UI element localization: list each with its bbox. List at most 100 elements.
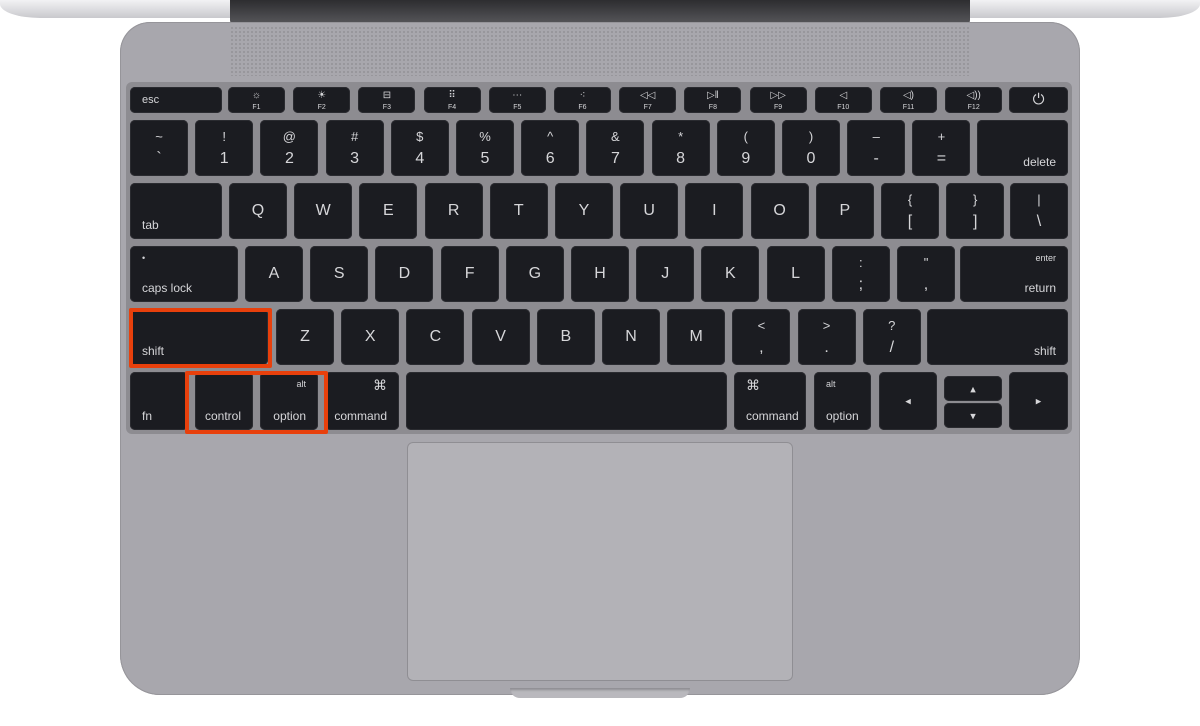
key-shift-label: # xyxy=(350,129,359,144)
key-8[interactable]: * 8 xyxy=(651,120,710,176)
key-u[interactable]: U xyxy=(620,183,679,239)
key-r[interactable]: R xyxy=(424,183,483,239)
key-p[interactable]: P xyxy=(815,183,874,239)
key-arrow-up[interactable]: ▴ xyxy=(944,376,1002,401)
key-symbol[interactable]: ", xyxy=(897,246,955,302)
key-command[interactable]: command ⌘ xyxy=(734,372,806,430)
key-label: S xyxy=(333,265,345,282)
key-label: , xyxy=(759,339,764,356)
key-g[interactable]: G xyxy=(505,246,564,302)
key-f9[interactable]: ▷▷ F9 xyxy=(749,87,807,113)
key-symbol[interactable]: {[ xyxy=(881,183,939,239)
key-5[interactable]: % 5 xyxy=(456,120,514,176)
key-a[interactable]: A xyxy=(245,246,303,302)
key-d[interactable]: D xyxy=(375,246,434,302)
key-caps-lock[interactable]: caps lock • xyxy=(130,246,238,302)
key-space[interactable] xyxy=(406,372,727,430)
key-e[interactable]: E xyxy=(359,183,418,239)
key-f2[interactable]: ☀ F2 xyxy=(293,87,351,113)
key-c[interactable]: C xyxy=(406,309,465,365)
key-z[interactable]: Z xyxy=(276,309,334,365)
key-i[interactable]: I xyxy=(685,183,744,239)
keyboard-backlight-up-icon: ⁖ xyxy=(579,90,586,101)
key-label: N xyxy=(625,328,637,345)
key-shift-label: – xyxy=(872,129,880,144)
arrow-left-icon: ◂ xyxy=(905,395,911,408)
key-label: F5 xyxy=(513,104,522,111)
key-symbol[interactable]: :; xyxy=(831,246,890,302)
key-esc[interactable]: esc xyxy=(130,87,222,113)
key-q[interactable]: Q xyxy=(229,183,287,239)
key-shift-label: ~ xyxy=(155,129,163,144)
key-m[interactable]: M xyxy=(667,309,726,365)
key-3[interactable]: #3 xyxy=(325,120,384,176)
key-f5[interactable]: ⋯ F5 xyxy=(488,87,546,113)
key-label: 4 xyxy=(415,150,425,167)
key-f7[interactable]: ◁◁ F7 xyxy=(619,87,677,113)
key-b[interactable]: B xyxy=(536,309,595,365)
key-option[interactable]: option alt xyxy=(814,372,871,430)
key-x[interactable]: X xyxy=(341,309,400,365)
key-n[interactable]: N xyxy=(602,309,660,365)
key-f11[interactable]: ◁) F11 xyxy=(880,87,937,113)
key-symbol[interactable]: }] xyxy=(946,183,1005,239)
key-power[interactable]: ⏻ xyxy=(1009,87,1068,113)
key-symbol[interactable]: + = xyxy=(912,120,971,176)
key-fn[interactable]: fn xyxy=(130,372,188,430)
key-4[interactable]: $4 xyxy=(390,120,449,176)
key-2[interactable]: @2 xyxy=(260,120,319,176)
key-symbol[interactable]: >. xyxy=(797,309,856,365)
key-h[interactable]: H xyxy=(571,246,629,302)
key-label: command xyxy=(746,409,799,423)
key-f3[interactable]: ⊟ F3 xyxy=(358,87,416,113)
key-arrow-right[interactable]: ▸ xyxy=(1009,372,1068,430)
key-f6[interactable]: ⁖ F6 xyxy=(554,87,611,113)
trackpad[interactable] xyxy=(407,442,793,681)
key-y[interactable]: Y xyxy=(555,183,613,239)
key-f10[interactable]: ◁ F10 xyxy=(814,87,872,113)
key-w[interactable]: W xyxy=(294,183,353,239)
key-f[interactable]: F xyxy=(440,246,499,302)
key-7[interactable]: & 7 xyxy=(586,120,645,176)
key-label: ] xyxy=(972,213,978,230)
key-9[interactable]: (9 xyxy=(716,120,775,176)
key-delete[interactable]: delete xyxy=(977,120,1068,176)
key-f12[interactable]: ◁)) F12 xyxy=(945,87,1003,113)
key-symbol[interactable]: – - xyxy=(847,120,906,176)
key-label: Q xyxy=(251,202,265,219)
key-symbol[interactable]: <, xyxy=(732,309,791,365)
key-arrow-left[interactable]: ◂ xyxy=(879,372,937,430)
key-label: R xyxy=(447,202,460,219)
key-symbol[interactable]: | \ xyxy=(1010,183,1068,239)
key-6[interactable]: ^ 6 xyxy=(521,120,580,176)
key-arrow-down[interactable]: ▾ xyxy=(944,403,1002,428)
key-return[interactable]: return enter xyxy=(960,246,1068,302)
key-f8[interactable]: ▷‖ F8 xyxy=(684,87,742,113)
key-shift-label: { xyxy=(907,192,913,207)
key-shift-label: ( xyxy=(743,129,748,144)
key-l[interactable]: L xyxy=(766,246,825,302)
key-t[interactable]: T xyxy=(489,183,548,239)
key-shift[interactable]: shift xyxy=(927,309,1068,365)
key-label: W xyxy=(315,202,331,219)
speaker-grille xyxy=(230,26,970,76)
key-shift-label: ! xyxy=(222,129,226,144)
key-command[interactable]: command ⌘ xyxy=(325,372,399,430)
key-label: option xyxy=(826,409,859,423)
key-o[interactable]: O xyxy=(750,183,809,239)
key-v[interactable]: V xyxy=(471,309,530,365)
key-0[interactable]: ) 0 xyxy=(782,120,840,176)
key-j[interactable]: J xyxy=(636,246,695,302)
key-symbol[interactable]: ? / xyxy=(862,309,921,365)
key-s[interactable]: S xyxy=(310,246,369,302)
key-f1[interactable]: ☼ F1 xyxy=(228,87,285,113)
key-tab[interactable]: tab xyxy=(130,183,222,239)
key-label: 8 xyxy=(676,150,686,167)
key-label: J xyxy=(661,265,670,282)
key-label: caps lock xyxy=(142,281,193,295)
key-1[interactable]: ! 1 xyxy=(195,120,254,176)
key-f4[interactable]: ⠿ F4 xyxy=(423,87,481,113)
key-k[interactable]: K xyxy=(701,246,760,302)
key-symbol[interactable]: ~ ` xyxy=(130,120,188,176)
keyboard-backlight-down-icon: ⋯ xyxy=(512,90,523,101)
